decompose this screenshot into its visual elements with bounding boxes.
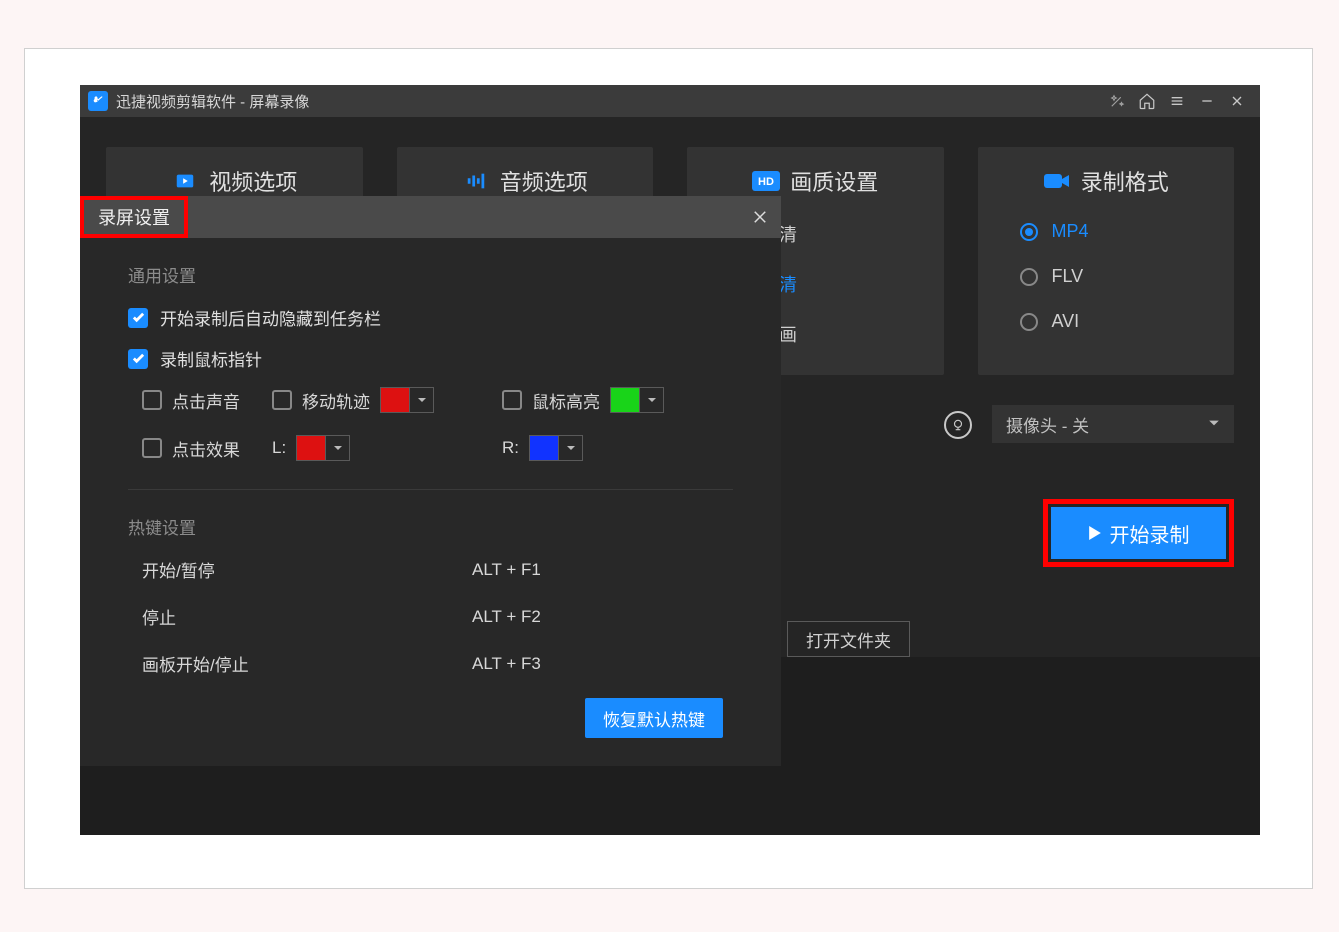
hk-stop-label: 停止 — [142, 604, 472, 629]
format-mp4[interactable]: MP4 — [1020, 221, 1213, 242]
hd-icon: HD — [752, 169, 780, 193]
color-swatch — [381, 388, 409, 412]
checkbox-icon — [142, 390, 162, 410]
start-record-button[interactable]: 开始录制 — [1051, 507, 1226, 559]
camera-icon — [1043, 169, 1071, 193]
checkbox-icon — [128, 308, 148, 328]
hotkey-start-pause[interactable]: 开始/暂停 ALT + F1 — [128, 557, 733, 582]
color-swatch — [297, 436, 325, 460]
app-window: 迅捷视频剪辑软件 - 屏幕录像 视频选项 — [80, 85, 1260, 835]
hotkeys-heading: 热键设置 — [128, 514, 733, 539]
move-trail-label: 移动轨迹 — [302, 388, 370, 413]
l-label: L: — [272, 438, 286, 458]
hk-start-val: ALT + F1 — [472, 560, 541, 580]
check-click-sound[interactable]: 点击声音 — [142, 388, 272, 413]
start-label: 开始录制 — [1110, 519, 1190, 548]
camera-value: 摄像头 - 关 — [1006, 412, 1089, 437]
home-icon[interactable] — [1132, 87, 1162, 115]
checkbox-icon — [272, 390, 292, 410]
l-color-picker[interactable] — [296, 435, 350, 461]
trail-color-picker[interactable] — [380, 387, 434, 413]
card-format-title: 录制格式 — [1081, 165, 1169, 197]
svg-text:HD: HD — [758, 176, 774, 188]
hk-start-label: 开始/暂停 — [142, 557, 472, 582]
open-folder-label: 打开文件夹 — [806, 627, 891, 652]
modal-title: 录屏设置 — [98, 204, 170, 230]
click-sound-label: 点击声音 — [172, 388, 240, 413]
checkbox-icon — [142, 438, 162, 458]
format-mp4-label: MP4 — [1052, 221, 1089, 242]
auto-hide-label: 开始录制后自动隐藏到任务栏 — [160, 305, 381, 330]
chevron-down-icon — [409, 388, 433, 412]
check-auto-hide[interactable]: 开始录制后自动隐藏到任务栏 — [128, 305, 733, 330]
open-folder-button[interactable]: 打开文件夹 — [787, 621, 910, 657]
hotkey-board[interactable]: 画板开始/停止 ALT + F3 — [128, 651, 733, 676]
check-click-effect[interactable]: 点击效果 — [142, 436, 272, 461]
record-cursor-label: 录制鼠标指针 — [160, 346, 262, 371]
menu-icon[interactable] — [1162, 87, 1192, 115]
card-audio-title: 音频选项 — [500, 165, 588, 197]
checkbox-icon — [502, 390, 522, 410]
start-highlight: 开始录制 — [1043, 499, 1234, 567]
hotkey-stop[interactable]: 停止 ALT + F2 — [128, 604, 733, 629]
camera-select[interactable]: 摄像头 - 关 — [992, 405, 1234, 443]
general-heading: 通用设置 — [128, 262, 733, 287]
hk-board-label: 画板开始/停止 — [142, 651, 472, 676]
format-avi-label: AVI — [1052, 311, 1080, 332]
hk-board-val: ALT + F3 — [472, 654, 541, 674]
check-move-trail[interactable]: 移动轨迹 — [272, 388, 370, 413]
color-swatch — [611, 388, 639, 412]
modal-title-highlight: 录屏设置 — [80, 196, 188, 238]
restore-hotkeys-button[interactable]: 恢复默认热键 — [585, 698, 723, 738]
checkbox-icon — [128, 349, 148, 369]
card-quality-title: 画质设置 — [790, 165, 878, 197]
format-flv-label: FLV — [1052, 266, 1084, 287]
play-icon — [1088, 526, 1102, 540]
titlebar: 迅捷视频剪辑软件 - 屏幕录像 — [80, 85, 1260, 117]
hk-stop-val: ALT + F2 — [472, 607, 541, 627]
audio-icon — [462, 169, 490, 193]
card-video-title: 视频选项 — [209, 165, 297, 197]
color-swatch — [530, 436, 558, 460]
modal-close-button[interactable] — [739, 196, 781, 238]
settings-modal: 录屏设置 通用设置 开始录制后自动隐藏到任务栏 录制鼠标指针 点 — [80, 196, 781, 766]
divider — [128, 489, 733, 490]
mouse-highlight-label: 鼠标高亮 — [532, 388, 600, 413]
format-flv[interactable]: FLV — [1020, 266, 1213, 287]
magic-icon[interactable] — [1102, 87, 1132, 115]
minimize-button[interactable] — [1192, 87, 1222, 115]
chevron-down-icon — [325, 436, 349, 460]
webcam-icon — [944, 411, 972, 439]
chevron-down-icon — [558, 436, 582, 460]
close-button[interactable] — [1222, 87, 1252, 115]
restore-label: 恢复默认热键 — [603, 706, 705, 731]
r-color-picker[interactable] — [529, 435, 583, 461]
play-icon — [171, 169, 199, 193]
scissors-icon — [88, 91, 108, 111]
r-label: R: — [502, 438, 519, 458]
format-avi[interactable]: AVI — [1020, 311, 1213, 332]
card-format: 录制格式 MP4 FLV AVI — [978, 147, 1235, 375]
window-title: 迅捷视频剪辑软件 - 屏幕录像 — [116, 91, 309, 112]
chevron-down-icon — [639, 388, 663, 412]
check-record-cursor[interactable]: 录制鼠标指针 — [128, 346, 733, 371]
check-mouse-highlight[interactable]: 鼠标高亮 — [502, 388, 600, 413]
highlight-color-picker[interactable] — [610, 387, 664, 413]
click-effect-label: 点击效果 — [172, 436, 240, 461]
chevron-down-icon — [1208, 414, 1220, 434]
